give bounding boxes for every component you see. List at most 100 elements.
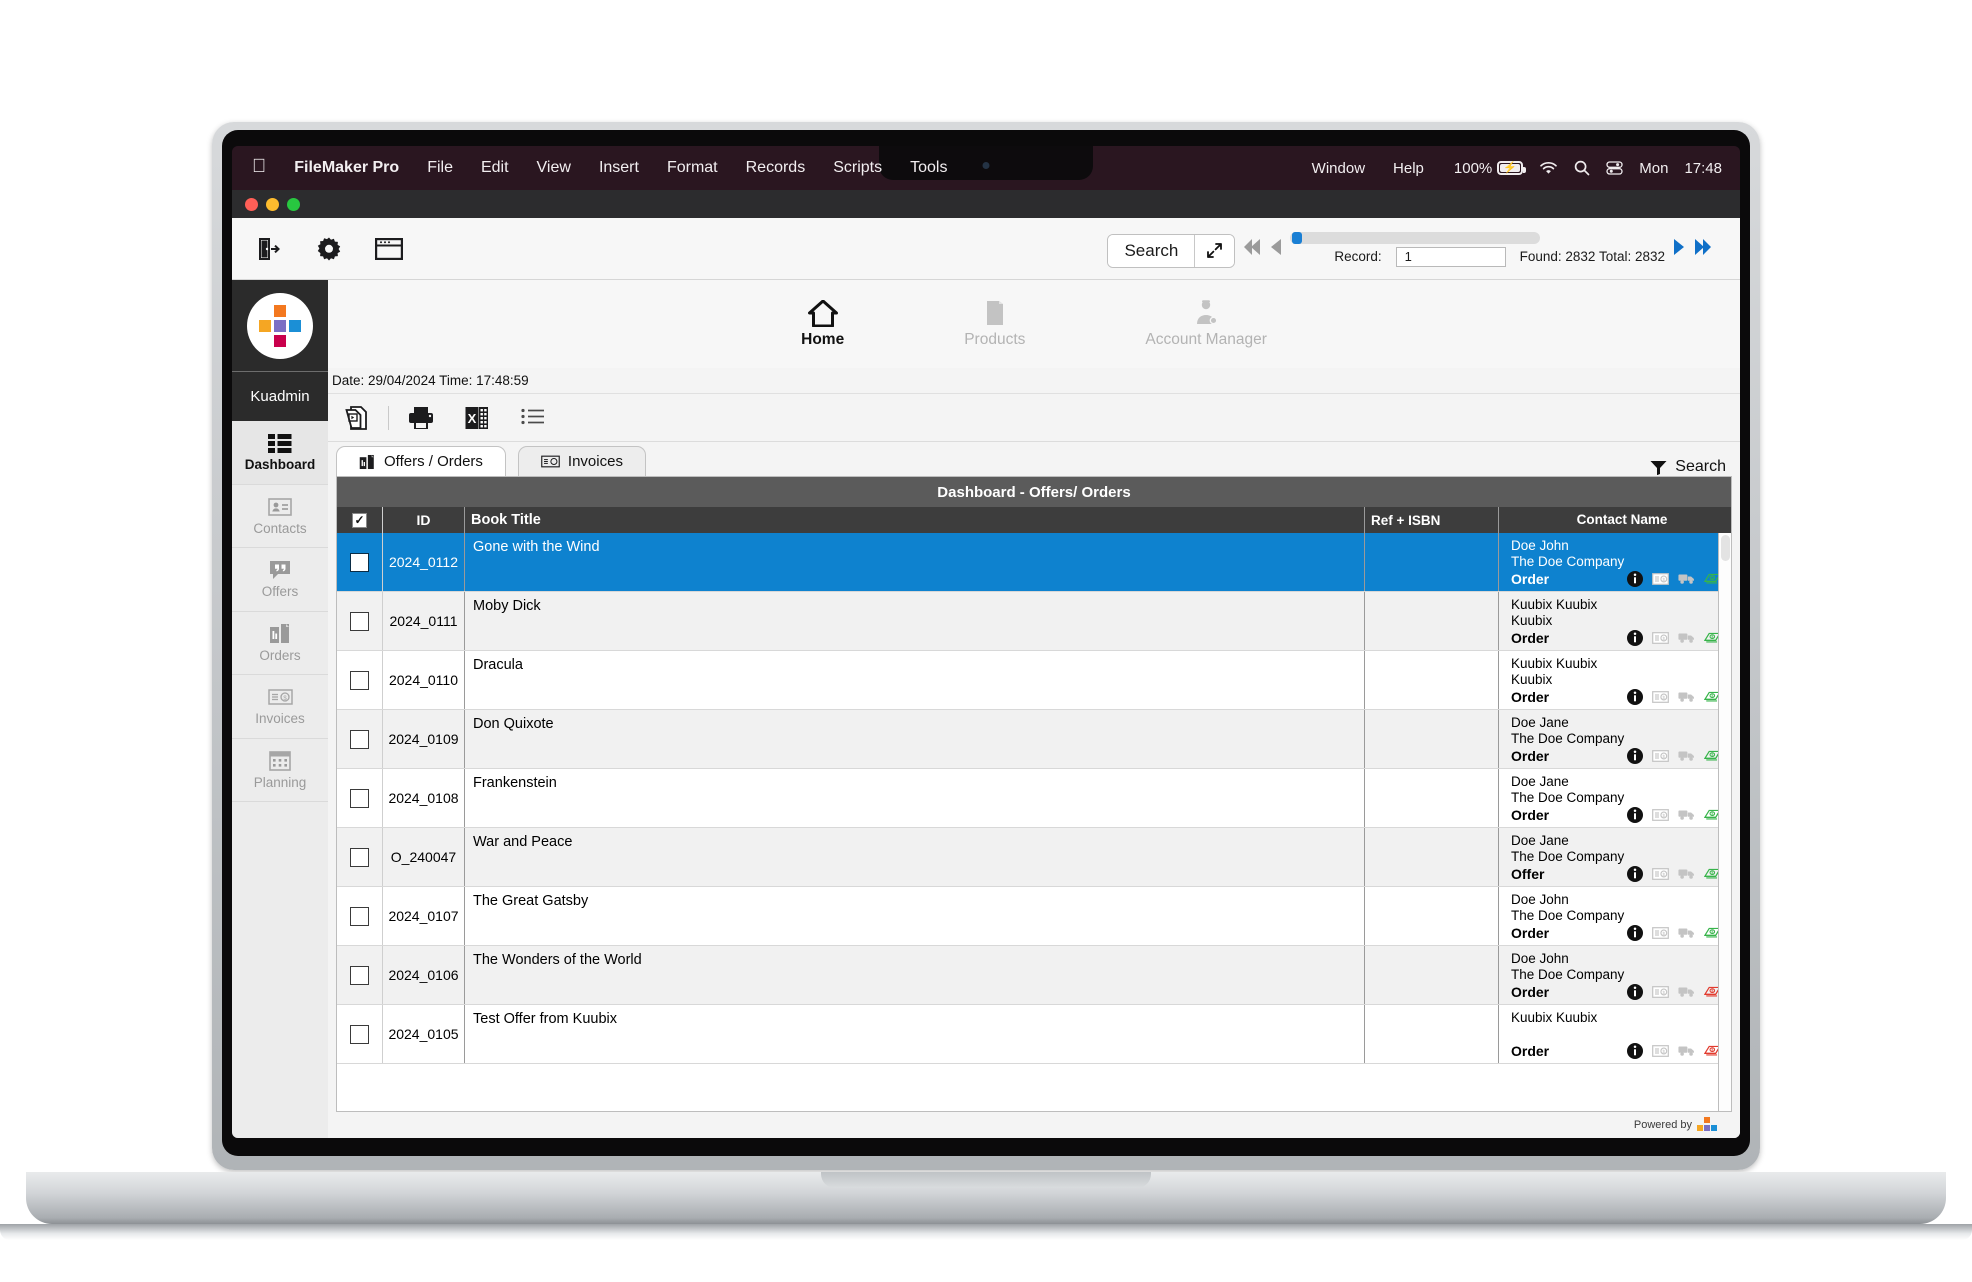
delivery-truck-icon[interactable]	[1678, 1042, 1695, 1059]
info-icon[interactable]	[1626, 629, 1643, 646]
table-row[interactable]: 2024_0107 The Great Gatsby Doe John The Doe…	[337, 887, 1731, 946]
table-row[interactable]: 2024_0111 Moby Dick Kuubix Kuubix Kuubix Ord…	[337, 592, 1731, 651]
record-number-input[interactable]: 1	[1395, 246, 1506, 267]
menu-scripts[interactable]: Scripts	[819, 157, 896, 179]
row-checkbox[interactable]	[337, 828, 383, 886]
select-all-checkbox[interactable]: ✓	[337, 507, 383, 533]
delivery-truck-icon[interactable]	[1678, 747, 1695, 764]
first-record-icon[interactable]	[1243, 236, 1263, 258]
delivery-truck-icon[interactable]	[1678, 924, 1695, 941]
duplicate-record-icon[interactable]	[328, 405, 384, 430]
apple-logo-icon[interactable]: 	[246, 156, 280, 181]
scrollbar-thumb[interactable]	[1721, 535, 1730, 561]
info-icon[interactable]	[1626, 570, 1643, 587]
delivery-truck-icon[interactable]	[1678, 865, 1695, 882]
menu-edit[interactable]: Edit	[467, 157, 523, 179]
topnav-item-home[interactable]: Home	[801, 299, 844, 349]
sidebar-item-planning[interactable]: Planning	[232, 739, 328, 802]
invoice-icon[interactable]: $	[1652, 570, 1669, 587]
menu-app-name[interactable]: FileMaker Pro	[280, 157, 413, 179]
control-center-icon[interactable]	[1606, 161, 1623, 175]
menubar-time[interactable]: 17:48	[1684, 160, 1722, 177]
delivery-truck-icon[interactable]	[1678, 570, 1695, 587]
exit-door-icon[interactable]	[254, 234, 284, 264]
search-button-group[interactable]: Search	[1107, 233, 1236, 268]
invoice-icon[interactable]: $	[1652, 629, 1669, 646]
tab-invoices[interactable]: Invoices	[517, 446, 646, 476]
info-icon[interactable]	[1626, 688, 1643, 705]
tab-offers-orders[interactable]: Offers / Orders	[336, 446, 506, 476]
record-slider-thumb[interactable]	[1292, 231, 1303, 244]
topnav-item-account-manager[interactable]: Account Manager	[1145, 299, 1267, 349]
gear-icon[interactable]	[314, 234, 344, 264]
battery-status[interactable]: 100% ⚡	[1454, 160, 1527, 177]
invoice-icon[interactable]: $	[1652, 865, 1669, 882]
search-filter-button[interactable]: Search	[1650, 458, 1740, 476]
row-checkbox[interactable]	[337, 651, 383, 709]
menubar-day[interactable]: Mon	[1639, 160, 1668, 177]
menu-help[interactable]: Help	[1379, 158, 1438, 179]
zoom-button[interactable]	[287, 197, 300, 211]
search-button[interactable]: Search	[1108, 234, 1195, 267]
topnav-item-products[interactable]: Products	[964, 299, 1025, 349]
invoice-icon[interactable]: $	[1652, 688, 1669, 705]
menu-insert[interactable]: Insert	[585, 157, 653, 179]
expand-diagonal-icon[interactable]	[1194, 234, 1235, 267]
row-checkbox[interactable]	[337, 946, 383, 1004]
spotlight-search-icon[interactable]	[1574, 160, 1590, 176]
info-icon[interactable]	[1626, 747, 1643, 764]
delivery-truck-icon[interactable]	[1678, 806, 1695, 823]
list-view-icon[interactable]	[505, 408, 561, 428]
print-icon[interactable]	[393, 406, 449, 430]
table-row[interactable]: 2024_0105 Test Offer from Kuubix Kuubix Ku…	[337, 1005, 1731, 1064]
info-icon[interactable]	[1626, 924, 1643, 941]
previous-record-icon[interactable]	[1269, 236, 1282, 258]
row-checkbox[interactable]	[337, 533, 383, 591]
invoice-icon[interactable]: $	[1652, 747, 1669, 764]
invoice-icon[interactable]: $	[1652, 983, 1669, 1000]
menu-tools[interactable]: Tools	[896, 157, 961, 179]
sidebar-item-orders[interactable]: Orders	[232, 612, 328, 675]
layout-window-icon[interactable]	[374, 234, 404, 264]
info-icon[interactable]	[1626, 983, 1643, 1000]
table-row[interactable]: 2024_0108 Frankenstein Doe Jane The Doe Com…	[337, 769, 1731, 828]
delivery-truck-icon[interactable]	[1678, 688, 1695, 705]
table-row[interactable]: 2024_0110 Dracula Kuubix Kuubix Kuubix Order…	[337, 651, 1731, 710]
delivery-truck-icon[interactable]	[1678, 629, 1695, 646]
menu-format[interactable]: Format	[653, 157, 732, 179]
menu-file[interactable]: File	[413, 157, 467, 179]
info-icon[interactable]	[1626, 806, 1643, 823]
sidebar-item-offers[interactable]: Offers	[232, 548, 328, 612]
table-vertical-scrollbar[interactable]	[1718, 533, 1731, 1111]
export-excel-icon[interactable]: X	[449, 406, 505, 430]
info-icon[interactable]	[1626, 865, 1643, 882]
column-header-id[interactable]: ID	[383, 507, 465, 533]
last-record-icon[interactable]	[1692, 236, 1712, 258]
app-logo[interactable]	[232, 280, 328, 372]
invoice-icon[interactable]: $	[1652, 1042, 1669, 1059]
table-row[interactable]: O_240047 War and Peace Doe Jane The Doe Com…	[337, 828, 1731, 887]
menu-records[interactable]: Records	[732, 157, 820, 179]
info-icon[interactable]	[1626, 1042, 1643, 1059]
menu-view[interactable]: View	[523, 157, 585, 179]
invoice-icon[interactable]: $	[1652, 924, 1669, 941]
table-row[interactable]: 2024_0106 The Wonders of the World Doe Joh…	[337, 946, 1731, 1005]
column-header-ref-isbn[interactable]: Ref + ISBN	[1365, 507, 1499, 533]
invoice-icon[interactable]: $	[1652, 806, 1669, 823]
delivery-truck-icon[interactable]	[1678, 983, 1695, 1000]
row-checkbox[interactable]	[337, 592, 383, 650]
record-slider[interactable]	[1290, 231, 1541, 244]
table-row[interactable]: 2024_0109 Don Quixote Doe Jane The Doe Comp…	[337, 710, 1731, 769]
minimize-button[interactable]	[266, 197, 279, 211]
row-checkbox[interactable]	[337, 887, 383, 945]
sidebar-item-invoices[interactable]: $ Invoices	[232, 675, 328, 739]
row-checkbox[interactable]	[337, 710, 383, 768]
column-header-book-title[interactable]: Book Title	[465, 507, 1365, 533]
next-record-icon[interactable]	[1673, 236, 1686, 258]
close-button[interactable]	[245, 197, 258, 211]
row-checkbox[interactable]	[337, 769, 383, 827]
row-checkbox[interactable]	[337, 1005, 383, 1063]
wifi-icon[interactable]	[1539, 161, 1558, 175]
table-row[interactable]: 2024_0112 Gone with the Wind Doe John The D…	[337, 533, 1731, 592]
menu-window[interactable]: Window	[1298, 158, 1379, 179]
